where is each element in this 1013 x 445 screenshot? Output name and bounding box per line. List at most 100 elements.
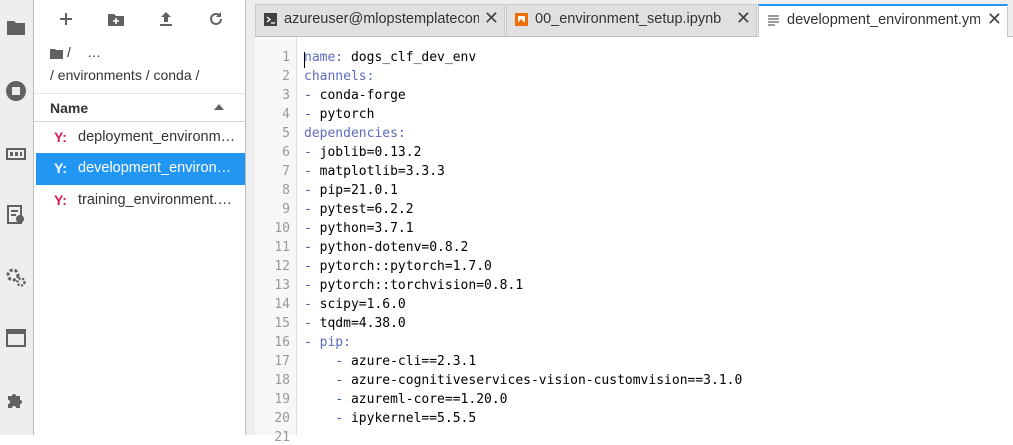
yaml-list-dash: - bbox=[304, 221, 320, 236]
tab-terminal[interactable]: azureuser@mlopstemplatecompute ✕ bbox=[255, 4, 505, 36]
yaml-value: azure-cognitiveservices-vision-customvis… bbox=[350, 373, 743, 388]
yaml-value: joblib=0.13.2 bbox=[319, 145, 422, 160]
commands-icon[interactable] bbox=[5, 143, 27, 165]
tabs-icon[interactable] bbox=[5, 327, 27, 349]
line-number: 1 bbox=[282, 50, 290, 65]
yaml-value: pytorch::torchvision=0.8.1 bbox=[319, 278, 524, 293]
close-icon[interactable]: ✕ bbox=[484, 8, 499, 28]
yaml-list-dash: - bbox=[304, 107, 320, 122]
code-line[interactable]: - scipy=1.6.0 bbox=[304, 297, 406, 312]
code-line[interactable]: - conda-forge bbox=[304, 88, 406, 103]
yaml-list-dash: - bbox=[304, 259, 320, 274]
new-folder-icon[interactable] bbox=[105, 8, 127, 30]
code-line[interactable]: dependencies: bbox=[304, 126, 406, 141]
folder-icon[interactable] bbox=[5, 16, 27, 38]
line-number: 9 bbox=[282, 202, 290, 217]
yaml-value bbox=[304, 354, 335, 369]
line-number: 17 bbox=[274, 354, 290, 369]
file-item-selected[interactable]: Y: development_environment.yml bbox=[36, 153, 245, 185]
yaml-value: azure-cli==2.3.1 bbox=[350, 354, 477, 369]
file-item[interactable]: Y: deployment_environment.yml bbox=[36, 122, 245, 154]
line-number: 7 bbox=[282, 164, 290, 179]
line-number: 13 bbox=[274, 278, 290, 293]
running-icon[interactable] bbox=[5, 80, 27, 102]
yaml-key: channels: bbox=[304, 69, 375, 84]
yaml-value: pip=21.0.1 bbox=[319, 183, 398, 198]
tab-label: development_environment.yml bbox=[787, 12, 980, 28]
yaml-list-dash: - bbox=[304, 297, 320, 312]
code-editor[interactable]: 1 2 3 4 5 6 7 8 9 10 11 12 13 14 15 16 17 18 19 20 21 name: … bbox=[255, 37, 1013, 445]
code-line[interactable]: - python-dotenv=0.8.2 bbox=[304, 240, 468, 255]
settings-icon[interactable] bbox=[5, 266, 27, 288]
line-number: 15 bbox=[274, 316, 290, 331]
tab-label: 00_environment_setup.ipynb bbox=[535, 11, 722, 27]
line-number: 19 bbox=[274, 392, 290, 407]
yaml-value: scipy=1.6.0 bbox=[319, 297, 406, 312]
code-line[interactable]: - azure-cli==2.3.1 bbox=[304, 354, 476, 369]
code-line[interactable]: - tqdm=4.38.0 bbox=[304, 316, 406, 331]
new-launcher-icon[interactable] bbox=[55, 8, 77, 30]
upload-icon[interactable] bbox=[155, 8, 177, 30]
line-number: 5 bbox=[282, 126, 290, 141]
code-line[interactable]: - python=3.7.1 bbox=[304, 221, 414, 236]
code-line[interactable]: - pytorch::torchvision=0.8.1 bbox=[304, 278, 523, 293]
code-line[interactable]: - pytest=6.2.2 bbox=[304, 202, 414, 217]
file-item[interactable]: Y: training_environment.yml bbox=[36, 185, 245, 217]
property-inspector-icon[interactable] bbox=[5, 204, 27, 226]
name-column-header[interactable]: Name bbox=[34, 93, 245, 122]
yaml-value: pytorch bbox=[319, 107, 375, 122]
code-line[interactable]: - pytorch bbox=[304, 107, 374, 122]
refresh-icon[interactable] bbox=[205, 8, 227, 30]
code-line[interactable]: - pip=21.0.1 bbox=[304, 183, 398, 198]
breadcrumb-more[interactable]: … bbox=[87, 44, 101, 60]
close-icon[interactable]: ✕ bbox=[987, 9, 1002, 29]
code-line[interactable]: channels: bbox=[304, 69, 374, 84]
yaml-list-dash: - bbox=[304, 316, 320, 331]
line-number: 16 bbox=[274, 335, 290, 350]
extensions-icon[interactable] bbox=[5, 389, 27, 411]
line-number: 20 bbox=[274, 411, 290, 426]
yaml-value: ipykernel==5.5.5 bbox=[350, 411, 477, 426]
tab-yaml-file[interactable]: development_environment.yml ✕ bbox=[758, 4, 1008, 37]
breadcrumb-root[interactable]: / bbox=[67, 44, 71, 60]
file-browser: / … / environments / conda / Name Y: dep… bbox=[34, 0, 245, 435]
breadcrumb[interactable]: / environments / conda / bbox=[50, 67, 199, 83]
yaml-value: python=3.7.1 bbox=[319, 221, 414, 236]
code-line[interactable]: - matplotlib=3.3.3 bbox=[304, 164, 445, 179]
text-cursor bbox=[304, 52, 305, 68]
line-number: 21 bbox=[274, 430, 290, 445]
close-icon[interactable]: ✕ bbox=[736, 8, 751, 28]
yaml-list-dash: - bbox=[304, 183, 320, 198]
line-number: 12 bbox=[274, 259, 290, 274]
yaml-value bbox=[304, 411, 335, 426]
code-line[interactable]: name: dogs_clf_dev_env bbox=[304, 50, 476, 65]
code-line[interactable]: - pytorch::pytorch=1.7.0 bbox=[304, 259, 492, 274]
yaml-list-dash: - bbox=[304, 145, 320, 160]
yaml-key: name: bbox=[304, 50, 344, 65]
yaml-value: tqdm=4.38.0 bbox=[319, 316, 406, 331]
name-column-label: Name bbox=[50, 100, 89, 116]
yaml-file-icon: Y: bbox=[54, 160, 67, 176]
yaml-list-dash: - bbox=[304, 278, 320, 293]
code-line[interactable]: - pip: bbox=[304, 335, 351, 350]
yaml-list-dash: - bbox=[304, 88, 320, 103]
code-line[interactable]: - ipykernel==5.5.5 bbox=[304, 411, 476, 426]
code-line[interactable]: - azure-cognitiveservices-vision-customv… bbox=[304, 373, 742, 388]
yaml-file-icon: Y: bbox=[54, 192, 67, 208]
notebook-icon bbox=[515, 13, 528, 26]
yaml-list-dash: - bbox=[335, 354, 351, 369]
sort-ascending-icon bbox=[214, 104, 224, 110]
tab-notebook[interactable]: 00_environment_setup.ipynb ✕ bbox=[506, 4, 757, 36]
code-line[interactable]: - azureml-core==1.20.0 bbox=[304, 392, 507, 407]
breadcrumb-home-icon[interactable] bbox=[50, 46, 63, 64]
activity-bar bbox=[0, 0, 34, 435]
line-number: 3 bbox=[282, 88, 290, 103]
code-line[interactable]: - joblib=0.13.2 bbox=[304, 145, 421, 160]
file-name: deployment_environment.yml bbox=[78, 129, 238, 145]
line-number: 8 bbox=[282, 183, 290, 198]
yaml-list-dash: - bbox=[304, 202, 320, 217]
yaml-value: matplotlib=3.3.3 bbox=[319, 164, 445, 179]
yaml-list-dash: - bbox=[304, 240, 320, 255]
yaml-list-dash: - bbox=[335, 411, 351, 426]
yaml-value: pytorch::pytorch=1.7.0 bbox=[319, 259, 492, 274]
